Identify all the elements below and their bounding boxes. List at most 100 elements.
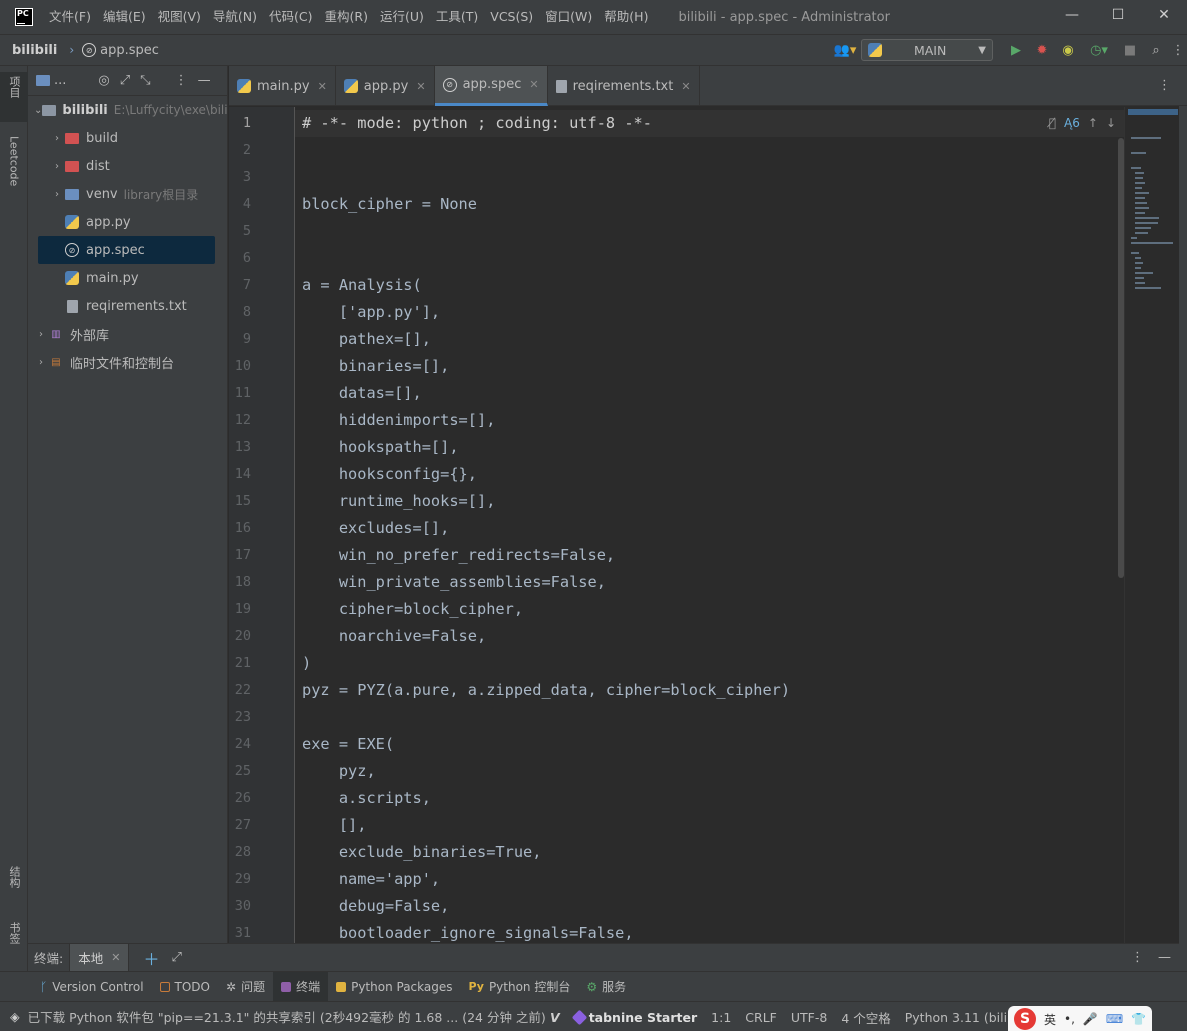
tool-problems[interactable]: ✲ 问题 [218,972,273,1002]
tree-item-dist[interactable]: › dist [28,152,228,180]
terminal-options-icon[interactable]: ⋮ [1131,950,1144,965]
next-highlight-icon[interactable]: ↓ [1106,116,1116,130]
minimize-button[interactable]: — [1049,0,1095,30]
options-icon[interactable]: ⋮ [175,73,188,88]
ime-language[interactable]: 英 [1044,1011,1056,1028]
code-line[interactable]: debug=False, [302,893,450,920]
tree-item-build[interactable]: › build [28,124,228,152]
typo-warning-icon[interactable]: Ą6 [1064,116,1080,130]
status-message[interactable]: ◈ 已下载 Python 软件包 "pip==21.3.1" 的共享索引 (2秒… [10,1007,546,1026]
menu-code[interactable]: 代码(C) [263,0,318,34]
code-line[interactable]: hiddenimports=[], [302,407,496,434]
line-separator[interactable]: CRLF [745,1010,777,1025]
hide-terminal-icon[interactable]: — [1158,950,1171,965]
menu-edit[interactable]: 编辑(E) [97,0,152,34]
tool-tab-structure[interactable]: 结构 [0,862,28,912]
close-tab-icon[interactable]: ✕ [681,80,690,93]
tool-python-packages[interactable]: Python Packages [328,972,460,1002]
tree-item-scratches[interactable]: › ▤ 临时文件和控制台 [28,348,228,376]
code-line[interactable]: a.scripts, [302,785,431,812]
code-line[interactable]: ['app.py'], [302,299,440,326]
menu-window[interactable]: 窗口(W) [539,0,598,34]
run-config-selector[interactable]: MAIN ▼ [861,39,993,61]
code-line[interactable]: datas=[], [302,380,422,407]
breadcrumb-file[interactable]: ⊘ app.spec [82,43,159,58]
run-icon[interactable]: ▶ [1003,37,1029,63]
terminal-tab-local[interactable]: 本地 ✕ [69,943,130,972]
menu-run[interactable]: 运行(U) [374,0,430,34]
microphone-icon[interactable]: 🎤 [1083,1012,1098,1026]
vim-icon[interactable]: V [550,1010,560,1025]
file-encoding[interactable]: UTF-8 [791,1010,827,1025]
menu-help[interactable]: 帮助(H) [598,0,654,34]
close-window-button[interactable]: ✕ [1141,0,1187,30]
maximize-terminal-icon[interactable]: ⤢ [171,950,181,965]
code-line[interactable]: # -*- mode: python ; coding: utf-8 -*- [302,110,652,137]
previous-highlight-icon[interactable]: ↑ [1088,116,1098,130]
profile-icon[interactable]: ◷▾ [1081,37,1117,63]
tab-app-spec[interactable]: ⊘ app.spec ✕ [434,66,548,106]
tree-item-app-py[interactable]: app.py [28,208,228,236]
minimap-viewport[interactable] [1128,109,1178,115]
tab-app-py[interactable]: app.py ✕ [336,66,435,106]
tree-root[interactable]: ⌄ bilibili E:\Luffycity\exe\bilibili [28,96,228,124]
code-line[interactable]: a = Analysis( [302,272,422,299]
tool-todo[interactable]: TODO [152,972,218,1002]
menu-view[interactable]: 视图(V) [152,0,207,34]
close-tab-icon[interactable]: ✕ [529,78,538,91]
code-line[interactable]: binaries=[], [302,353,450,380]
code-line[interactable]: pathex=[], [302,326,431,353]
skin-icon[interactable]: 👕 [1131,1012,1146,1026]
tool-tab-bookmarks[interactable]: 书签 [0,918,28,968]
code-line[interactable]: hooksconfig={}, [302,461,477,488]
close-tab-icon[interactable]: ✕ [318,80,327,93]
target-icon[interactable]: ◎ [98,73,109,88]
code-line[interactable]: ) [302,650,311,677]
sogou-ime-icon[interactable]: S [1014,1008,1036,1030]
code-minimap[interactable] [1124,107,1179,943]
code-line[interactable]: pyz, [302,758,376,785]
tab-requirements[interactable]: reqirements.txt ✕ [548,66,700,106]
code-line[interactable]: [], [302,812,367,839]
tree-item-requirements[interactable]: reqirements.txt [28,292,228,320]
search-icon[interactable]: ⌕ [1143,37,1169,63]
code-line[interactable]: pyz = PYZ(a.pure, a.zipped_data, cipher=… [302,677,790,704]
tool-terminal[interactable]: 终端 [273,971,329,1002]
tool-tab-leetcode[interactable]: Leetcode [0,132,28,212]
project-view-selector[interactable]: ... [54,73,66,88]
close-tab-icon[interactable]: ✕ [416,80,425,93]
menu-tools[interactable]: 工具(T) [430,0,484,34]
close-tab-icon[interactable]: ✕ [111,951,120,964]
code-line[interactable]: win_no_prefer_redirects=False, [302,542,615,569]
caret-position[interactable]: 1:1 [711,1010,731,1025]
user-icon[interactable]: 👥▾ [829,37,861,63]
tool-tab-project[interactable]: 项目 [0,72,28,122]
tabnine-widget[interactable]: tabnine Starter [571,1009,697,1025]
tree-item-external-libraries[interactable]: › ▥ 外部库 [28,320,228,348]
expand-all-icon[interactable]: ⤢ [120,73,130,88]
breadcrumb-project[interactable]: bilibili [12,43,57,58]
punctuation-icon[interactable]: •, [1064,1012,1075,1026]
code-line[interactable]: cipher=block_cipher, [302,596,523,623]
tree-item-main-py[interactable]: main.py [28,264,228,292]
code-line[interactable]: name='app', [302,866,440,893]
collapse-all-icon[interactable]: ⤡ [140,73,150,88]
code-line[interactable]: exe = EXE( [302,731,394,758]
tool-version-control[interactable]: ᚴ Version Control [32,972,152,1002]
tool-python-console[interactable]: Py Python 控制台 [461,972,579,1002]
code-line[interactable]: win_private_assemblies=False, [302,569,606,596]
indent-setting[interactable]: 4 个空格 [841,1008,890,1027]
code-editor[interactable]: 1 2 3 4 5 6 7 8 9 10 11 12 13 14 15 16 17 18 19 20 21 22 23 24 2… [229,107,1124,943]
keyboard-icon[interactable]: ⌨ [1106,1012,1123,1026]
tab-main-py[interactable]: main.py ✕ [229,66,336,106]
menu-navigate[interactable]: 导航(N) [207,0,263,34]
code-line[interactable]: bootloader_ignore_signals=False, [302,920,634,943]
tab-options-icon[interactable]: ⋮ [1158,78,1171,93]
debug-icon[interactable]: ✹ [1029,37,1055,63]
code-line[interactable]: block_cipher = None [302,191,477,218]
reader-mode-icon[interactable]: 👁̸ [1049,116,1056,130]
more-icon[interactable]: ⋮ [1169,37,1187,63]
menu-refactor[interactable]: 重构(R) [319,0,374,34]
code-line[interactable]: excludes=[], [302,515,450,542]
stop-icon[interactable]: ■ [1117,37,1143,63]
